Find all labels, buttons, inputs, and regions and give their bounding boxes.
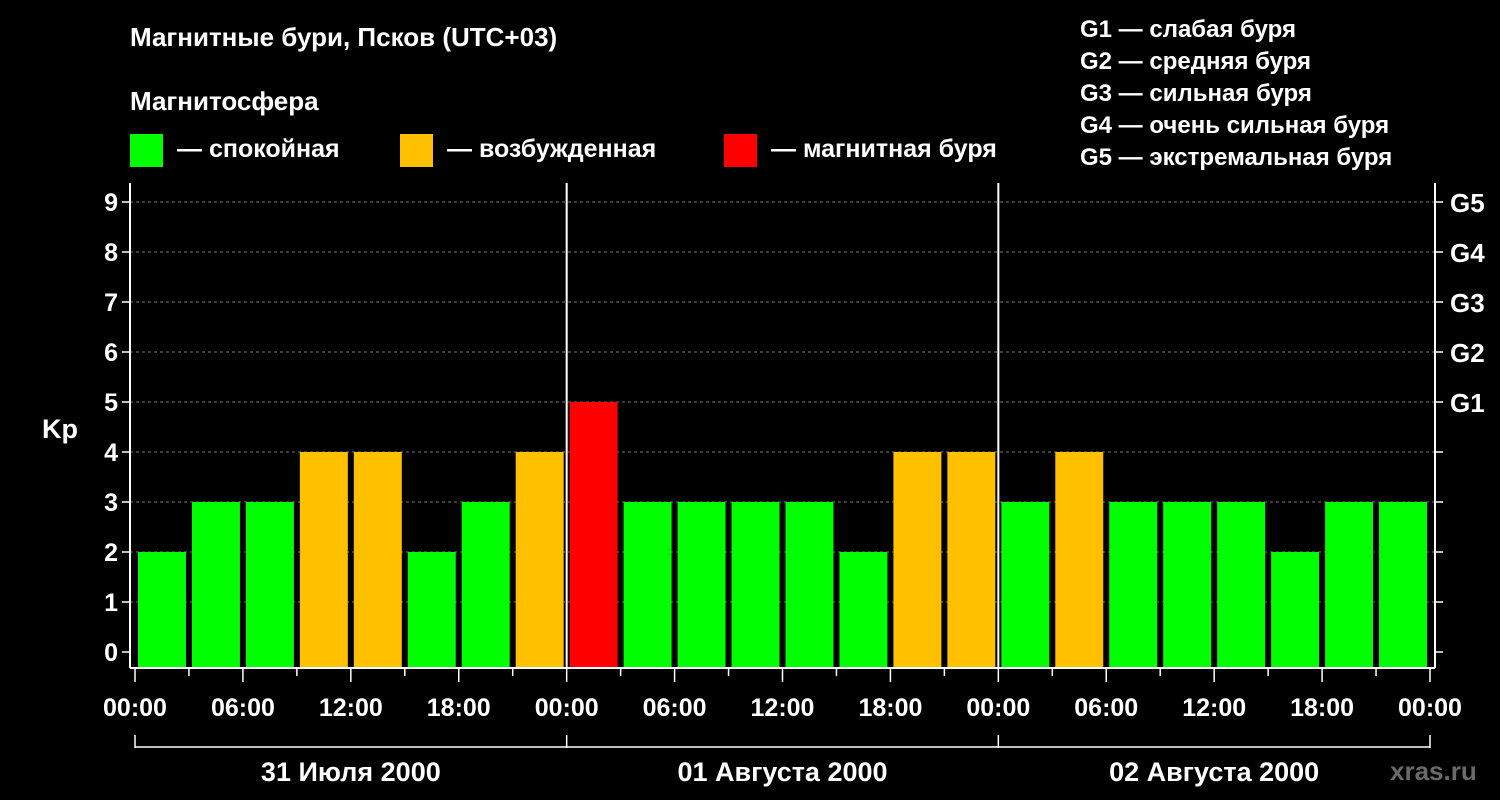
kp-bar <box>1379 502 1427 668</box>
kp-bar <box>407 552 456 668</box>
kp-bar <box>677 502 726 668</box>
x-tick-label: 12:00 <box>1182 694 1246 722</box>
x-tick-label: 06:00 <box>643 694 707 722</box>
x-tick-label: 06:00 <box>211 694 275 722</box>
g-scale-tick-label: G2 <box>1450 338 1485 368</box>
x-tick-label: 12:00 <box>319 694 383 722</box>
kp-bar <box>353 452 402 668</box>
x-tick-label: 00:00 <box>535 694 599 722</box>
y-tick-label: 8 <box>104 239 118 267</box>
kp-bar <box>1325 502 1374 668</box>
day-label: 02 Августа 2000 <box>1109 757 1319 787</box>
kp-bar <box>515 452 564 668</box>
g-scale-tick-label: G5 <box>1450 188 1485 218</box>
y-tick-label: 1 <box>104 589 118 617</box>
kp-bar <box>138 552 186 668</box>
kp-bar <box>245 502 294 668</box>
kp-bar <box>731 502 780 668</box>
y-tick-label: 6 <box>104 339 118 367</box>
y-axis-label: Kp <box>42 414 78 444</box>
y-tick-label: 7 <box>104 289 118 317</box>
g-scale-tick-label: G4 <box>1450 238 1485 268</box>
y-tick-label: 9 <box>104 189 118 217</box>
y-tick-label: 3 <box>104 489 118 517</box>
kp-bar <box>1217 502 1266 668</box>
g-scale-tick-label: G3 <box>1450 288 1485 318</box>
y-tick-label: 0 <box>104 639 118 667</box>
kp-bar <box>1109 502 1158 668</box>
kp-bar <box>947 452 996 668</box>
kp-bar <box>1001 502 1050 668</box>
kp-bar <box>1055 452 1104 668</box>
kp-chart: 0 1 2 3 4 5 6 7 8 9 G1 G2 G3 G4 G5 Kp 00:00 06:00 12:00 18:… <box>42 183 1485 787</box>
kp-bar <box>785 502 834 668</box>
x-tick-label: 00:00 <box>966 694 1030 722</box>
kp-bar <box>893 452 942 668</box>
x-tick-label: 12:00 <box>751 694 815 722</box>
watermark: xras.ru <box>1390 756 1477 786</box>
kp-bar <box>299 452 348 668</box>
day-label: 01 Августа 2000 <box>677 757 887 787</box>
x-tick-label: 00:00 <box>1398 694 1462 722</box>
y-tick-label: 2 <box>104 539 118 567</box>
day-label: 31 Июля 2000 <box>261 757 441 787</box>
y-tick-label: 5 <box>104 389 118 417</box>
g-scale-tick-label: G1 <box>1450 388 1485 418</box>
kp-bar <box>461 502 510 668</box>
kp-bar <box>569 402 618 668</box>
x-tick-label: 18:00 <box>858 694 922 722</box>
x-tick-label: 06:00 <box>1074 694 1138 722</box>
kp-bar <box>1163 502 1212 668</box>
kp-bar <box>191 502 240 668</box>
kp-bar <box>1271 552 1320 668</box>
kp-bar <box>623 502 672 668</box>
kp-bar <box>839 552 888 668</box>
x-tick-label: 18:00 <box>1290 694 1354 722</box>
y-tick-label: 4 <box>104 439 118 467</box>
x-tick-label: 00:00 <box>103 694 167 722</box>
x-tick-label: 18:00 <box>427 694 491 722</box>
